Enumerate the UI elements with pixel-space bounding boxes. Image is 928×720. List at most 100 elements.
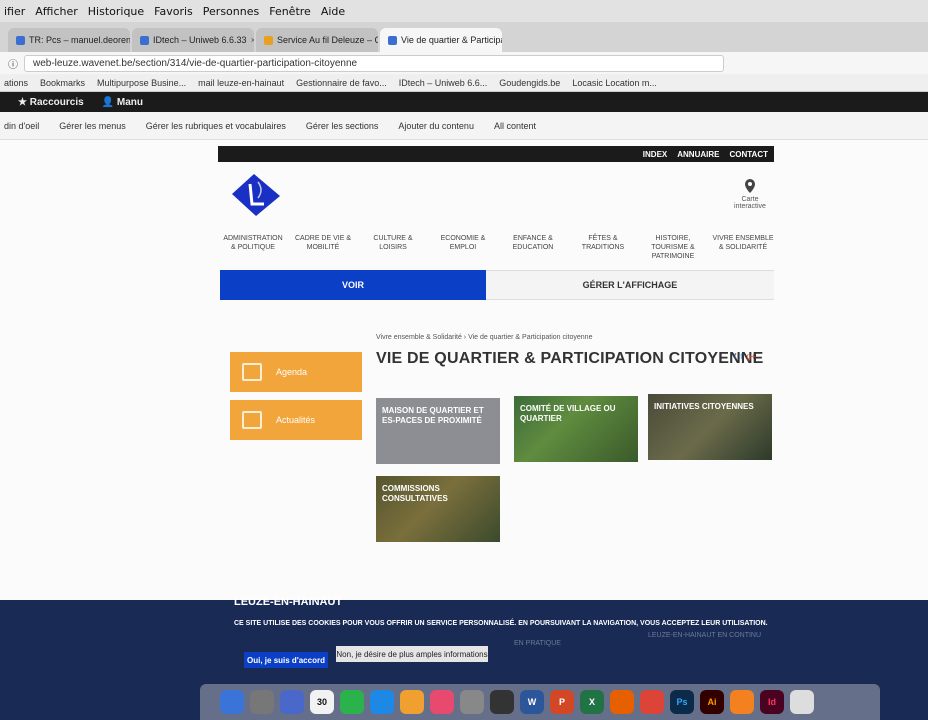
card-title: INITIATIVES CITOYENNES: [654, 402, 754, 411]
menu-item[interactable]: Personnes: [203, 5, 259, 18]
bookmark-item[interactable]: Gestionnaire de favo...: [296, 78, 387, 88]
menu-item[interactable]: Fenêtre: [269, 5, 311, 18]
imovie-icon[interactable]: [490, 690, 514, 714]
siri-icon[interactable]: [280, 690, 304, 714]
tab-gerer-affichage[interactable]: GÉRER L'AFFICHAGE: [486, 270, 774, 300]
appstore-icon[interactable]: [370, 690, 394, 714]
bookmark-item[interactable]: Bookmarks: [40, 78, 85, 88]
menu-item[interactable]: Historique: [88, 5, 144, 18]
calendar-app-icon[interactable]: 30: [310, 690, 334, 714]
menu-item[interactable]: Aide: [321, 5, 345, 18]
trash-icon[interactable]: [790, 690, 814, 714]
favicon-icon: [140, 35, 149, 45]
browser-tabs: TR: Pcs – manuel.deoreno× IDtech – Uniwe…: [0, 22, 928, 52]
card-maison-quartier[interactable]: MAISON DE QUARTIER ET ES-PACES DE PROXIM…: [376, 398, 500, 464]
breadcrumb[interactable]: Vivre ensemble & Solidarité › Vie de qua…: [376, 334, 592, 341]
browser-tab[interactable]: IDtech – Uniweb 6.6.33 ×: [132, 28, 254, 52]
finder-icon[interactable]: [220, 690, 244, 714]
tab-title: TR: Pcs – manuel.deoreno: [29, 35, 130, 45]
card-comite-village[interactable]: COMITÉ DE VILLAGE OU QUARTIER: [514, 396, 638, 462]
nav-item[interactable]: VIVRE ENSEMBLE & SOLIDARITÉ: [712, 234, 774, 261]
menu-item[interactable]: Favoris: [154, 5, 193, 18]
firefox-icon[interactable]: [610, 690, 634, 714]
itunes-icon[interactable]: [430, 690, 454, 714]
nav-item[interactable]: HISTOIRE, TOURISME & PATRIMOINE: [642, 234, 704, 261]
cookie-more-info-button[interactable]: Non, je désire de plus amples informatio…: [336, 646, 488, 662]
tab-title: IDtech – Uniweb 6.6.33: [153, 35, 247, 45]
admin-link[interactable]: Gérer les rubriques et vocabulaires: [146, 121, 286, 131]
illustrator-icon[interactable]: Ai: [700, 690, 724, 714]
googleplus-icon[interactable]: g+: [746, 352, 755, 361]
nav-item[interactable]: ENFANCE & EDUCATION: [502, 234, 564, 261]
card-initiatives[interactable]: INITIATIVES CITOYENNES: [648, 394, 772, 460]
footer-col-heading: LEUZE-EN-HAINAUT EN CONTINU: [648, 632, 762, 639]
nav-item[interactable]: CADRE DE VIE & MOBILITÉ: [292, 234, 354, 261]
word-icon[interactable]: W: [520, 690, 544, 714]
contact-link[interactable]: CONTACT: [729, 150, 768, 159]
browser-tab-active[interactable]: Vie de quartier & Participatio×: [380, 28, 502, 52]
address-bar: ⓘ web-leuze.wavenet.be/section/314/vie-d…: [0, 52, 928, 74]
map-label-2: interactive: [734, 203, 766, 210]
tab-title: Vie de quartier & Participatio: [401, 35, 502, 45]
card-commissions[interactable]: COMMISSIONS CONSULTATIVES: [376, 476, 500, 542]
calendar-icon: [242, 363, 262, 381]
chrome-icon[interactable]: [640, 690, 664, 714]
footer-title: LEUZE-EN-HAINAUT: [234, 596, 343, 608]
shortcuts-label: Raccourcis: [29, 96, 84, 108]
launchpad-icon[interactable]: [250, 690, 274, 714]
admin-link[interactable]: Gérer les sections: [306, 121, 379, 131]
user-button[interactable]: 👤 Manu: [102, 97, 143, 108]
shortcuts-button[interactable]: ★ Raccourcis: [18, 97, 84, 108]
facebook-icon[interactable]: f: [734, 352, 736, 361]
photoshop-icon[interactable]: Ps: [670, 690, 694, 714]
cookie-accept-button[interactable]: Oui, je suis d'accord: [244, 652, 328, 668]
admin-link[interactable]: Ajouter du contenu: [398, 121, 474, 131]
browser-tab[interactable]: Service Au fil Deleuze – Outlo×: [256, 28, 378, 52]
bookmark-item[interactable]: ations: [4, 78, 28, 88]
powerpoint-icon[interactable]: P: [550, 690, 574, 714]
url-input[interactable]: web-leuze.wavenet.be/section/314/vie-de-…: [24, 54, 724, 72]
bookmarks-bar: ations Bookmarks Multipurpose Busine... …: [0, 74, 928, 92]
indesign-icon[interactable]: Id: [760, 690, 784, 714]
close-icon[interactable]: ×: [251, 35, 254, 45]
admin-link[interactable]: Gérer les menus: [59, 121, 126, 131]
main-nav: ADMINISTRATION & POLITIQUE CADRE DE VIE …: [222, 234, 774, 261]
menu-item[interactable]: ifier: [4, 5, 25, 18]
agenda-button[interactable]: Agenda: [230, 352, 362, 392]
top-links: INDEX ANNUAIRE CONTACT: [218, 146, 774, 162]
map-link[interactable]: Carte interactive: [728, 178, 772, 210]
menu-item[interactable]: Afficher: [35, 5, 77, 18]
excel-icon[interactable]: X: [580, 690, 604, 714]
page-title: VIE DE QUARTIER & PARTICIPATION CITOYENN…: [376, 350, 764, 367]
site-page: INDEX ANNUAIRE CONTACT Carte interactive…: [0, 140, 928, 600]
photos-icon[interactable]: [400, 690, 424, 714]
bookmark-item[interactable]: IDtech – Uniweb 6.6...: [399, 78, 488, 88]
admin-link[interactable]: All content: [494, 121, 536, 131]
vlc-icon[interactable]: [730, 690, 754, 714]
info-icon[interactable]: ⓘ: [8, 56, 18, 71]
annuaire-link[interactable]: ANNUAIRE: [677, 150, 719, 159]
tab-voir[interactable]: VOIR: [220, 270, 486, 300]
bookmark-item[interactable]: mail leuze-en-hainaut: [198, 78, 284, 88]
twitter-icon[interactable]: t: [740, 352, 742, 361]
facetime-icon[interactable]: [340, 690, 364, 714]
mac-menubar: ifier Afficher Historique Favoris Person…: [0, 0, 928, 22]
bookmark-item[interactable]: Multipurpose Busine...: [97, 78, 186, 88]
nav-item[interactable]: ADMINISTRATION & POLITIQUE: [222, 234, 284, 261]
mac-dock: 30 W P X Ps Ai Id: [200, 684, 880, 720]
star-icon: ★: [18, 96, 30, 108]
index-link[interactable]: INDEX: [643, 150, 667, 159]
actualites-button[interactable]: Actualités: [230, 400, 362, 440]
system-preferences-icon[interactable]: [460, 690, 484, 714]
tab-title: Service Au fil Deleuze – Outlo: [277, 35, 378, 45]
site-logo[interactable]: [228, 170, 284, 220]
nav-item[interactable]: FÊTES & TRADITIONS: [572, 234, 634, 261]
nav-item[interactable]: CULTURE & LOISIRS: [362, 234, 424, 261]
bookmark-item[interactable]: Locasic Location m...: [572, 78, 657, 88]
user-icon: 👤: [101, 96, 117, 108]
admin-link[interactable]: din d'oeil: [4, 121, 39, 131]
bookmark-item[interactable]: Goudengids.be: [499, 78, 560, 88]
browser-tab[interactable]: TR: Pcs – manuel.deoreno×: [8, 28, 130, 52]
favicon-icon: [16, 35, 25, 45]
nav-item[interactable]: ECONOMIE & EMPLOI: [432, 234, 494, 261]
